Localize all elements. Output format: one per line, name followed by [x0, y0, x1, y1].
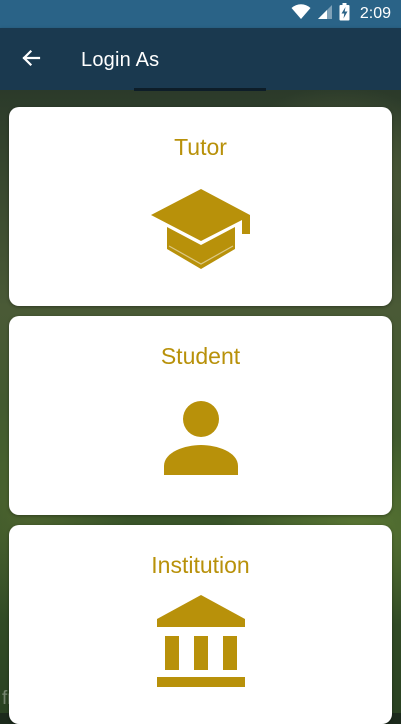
back-button[interactable]: [16, 45, 46, 75]
student-card-label: Student: [160, 343, 241, 369]
person-icon: [163, 398, 239, 481]
status-bar: 2:09: [0, 0, 401, 28]
wifi-icon: [291, 3, 311, 25]
student-card[interactable]: Student: [9, 316, 392, 515]
status-icons: 2:09: [291, 2, 391, 26]
institution-card-label: Institution: [151, 552, 250, 578]
app-bar: Login As: [0, 28, 401, 90]
tab-indicator: [134, 88, 266, 91]
tutor-card[interactable]: Tutor: [9, 107, 392, 306]
battery-charging-icon: [339, 2, 350, 26]
page-title: Login As: [81, 49, 160, 71]
bank-building-icon: [155, 595, 247, 700]
graduation-cap-icon: [149, 187, 253, 278]
tutor-card-label: Tutor: [174, 134, 227, 160]
watermark-text: free for personal use: [2, 688, 177, 709]
arrow-back-icon: [21, 48, 41, 73]
status-time: 2:09: [359, 5, 391, 22]
signal-icon: [317, 4, 333, 25]
